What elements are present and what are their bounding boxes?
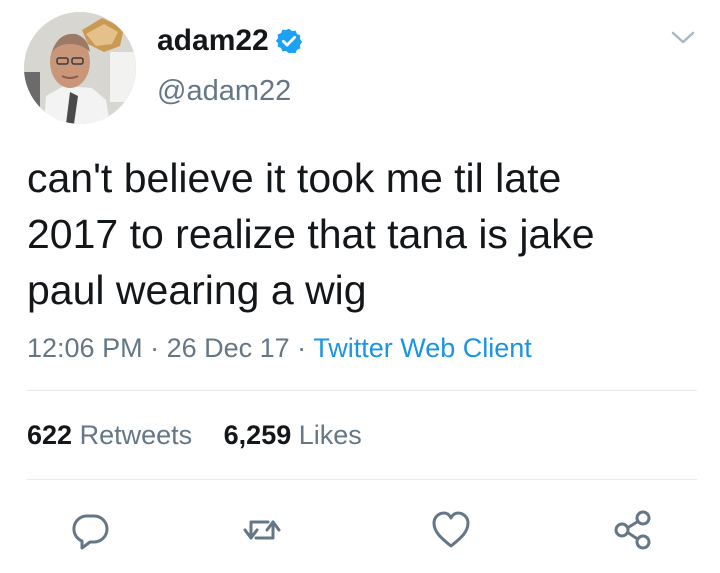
tweet-card: adam22 @adam22 can't believe it took me … — [0, 0, 720, 573]
reply-button[interactable] — [68, 508, 112, 552]
tweet-source-link[interactable]: Twitter Web Client — [313, 333, 532, 363]
retweets-stat[interactable]: 622 Retweets — [27, 420, 192, 450]
chevron-down-icon[interactable] — [669, 27, 697, 47]
share-button[interactable] — [610, 508, 654, 552]
verified-badge-icon — [275, 28, 303, 54]
tweet-time[interactable]: 12:06 PM — [27, 333, 143, 363]
likes-stat[interactable]: 6,259 Likes — [224, 420, 362, 450]
tweet-meta: 12:06 PM · 26 Dec 17 · Twitter Web Clien… — [27, 331, 532, 365]
retweet-icon — [243, 520, 281, 540]
profile-photo-icon — [24, 12, 136, 124]
like-button[interactable] — [429, 508, 473, 552]
tweet-text: can't believe it took me til late 2017 t… — [27, 155, 595, 313]
likes-count: 6,259 — [223, 420, 292, 450]
divider — [27, 479, 697, 480]
divider — [27, 390, 697, 391]
retweets-count: 622 — [27, 420, 73, 450]
display-name[interactable]: adam22 — [157, 23, 269, 59]
retweet-button[interactable] — [240, 508, 284, 552]
reply-icon — [72, 514, 109, 550]
tweet-date[interactable]: 26 Dec 17 — [167, 333, 290, 363]
likes-label: Likes — [298, 420, 362, 450]
meta-separator: · — [289, 333, 314, 363]
user-handle[interactable]: @adam22 — [157, 73, 291, 109]
heart-icon — [432, 511, 470, 548]
avatar[interactable] — [24, 12, 136, 124]
tweet-stats: 622 Retweets 6,259 Likes — [27, 418, 362, 452]
retweets-label: Retweets — [79, 420, 193, 450]
share-icon — [614, 510, 651, 550]
meta-separator: · — [142, 333, 167, 363]
